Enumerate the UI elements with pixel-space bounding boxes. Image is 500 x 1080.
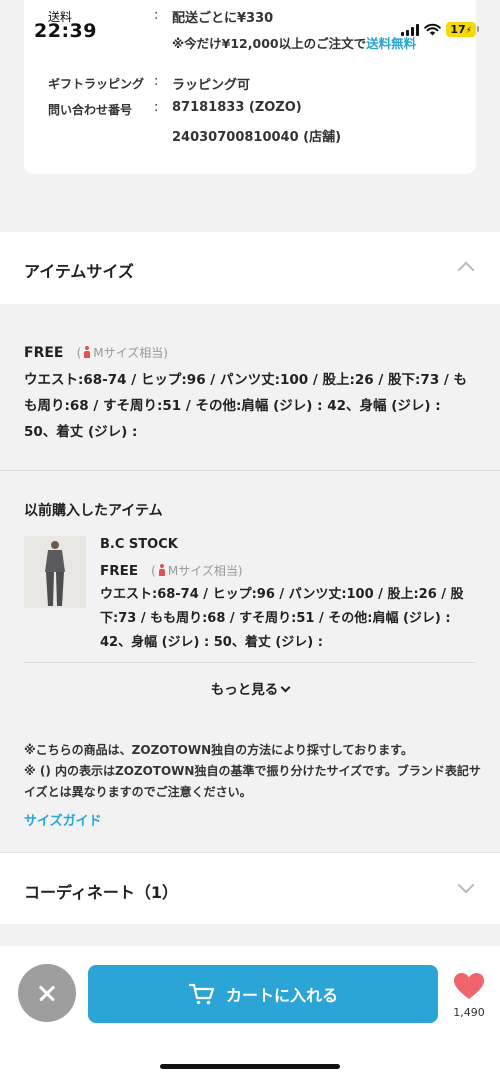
item-size-header[interactable]: アイテムサイズ [0,232,500,304]
size-name: FREE [24,345,64,361]
size-equivalent: ( Mサイズ相当) [77,344,168,361]
coordinate-header[interactable]: コーディネート（1） [0,852,500,924]
chevron-up-icon[interactable] [457,261,475,279]
item-size-block: FREE ( Mサイズ相当) ウエスト:68-74 / ヒップ:96 / パンツ丈… [24,342,476,445]
favorite-count: 1,490 [453,1006,485,1019]
battery-icon: 17⚡ [446,22,479,37]
add-to-cart-button[interactable]: カートに入れる [88,965,438,1023]
see-more-button[interactable]: もっと見る [0,678,500,698]
note-line-1: ※こちらの商品は、ZOZOTOWN独自の方法により採寸しております。 [24,743,413,757]
colon: : [154,74,159,89]
size-equiv-text: Mサイズ相当) [167,564,243,578]
size-equiv-text: Mサイズ相当) [93,346,168,360]
favorite-button[interactable]: 1,490 [446,972,492,1019]
gift-value: ラッピング可 [172,78,251,93]
heart-icon [454,973,484,999]
previous-item-detail: ウエスト:68-74 / ヒップ:96 / パンツ丈:100 / 股上:26 /… [100,587,464,650]
divider [0,470,500,471]
colon: : [154,8,159,23]
free-shipping-link[interactable]: 送料無料 [366,36,416,51]
gift-label: ギフトラッピング [48,77,145,91]
inquiry-value-zozo: 87181833 (ZOZO) [172,100,302,115]
size-equiv-paren: ( [76,346,82,360]
home-indicator[interactable] [160,1064,340,1069]
size-equivalent: ( Mサイズ相当) [151,562,243,579]
status-time: 22:39 [34,20,97,42]
close-button[interactable] [18,964,76,1022]
size-notes: ※こちらの商品は、ZOZOTOWN独自の方法により採寸しております。 ※ () … [24,740,484,803]
person-icon [158,564,165,576]
previous-item-info: B.C STOCK FREE ( Mサイズ相当) ウエスト:68-74 / ヒップ… [100,537,476,655]
shipping-note-text: ※今だけ¥12,000以上のご注文で [172,36,367,51]
coordinate-title: コーディネート（1） [24,883,179,902]
person-icon [84,346,91,358]
previous-items-title: 以前購入したアイテム [24,503,163,519]
chevron-down-icon[interactable] [457,876,475,894]
note-line-2: ※ () 内の表示はZOZOTOWN独自の基準で振り分けたサイズです。ブランド表… [24,764,481,799]
product-thumbnail[interactable] [24,536,86,608]
shipping-value: 配送ごとに¥330 [172,11,274,26]
shipping-note: ※今だけ¥12,000以上のご注文で送料無料 [172,33,416,52]
chevron-down-icon [280,682,291,693]
divider [24,662,476,663]
size-name: FREE [100,563,139,579]
inquiry-value-store: 24030700810040 (店舗) [172,130,342,145]
item-size-title: アイテムサイズ [24,262,134,281]
cart-icon [188,983,215,1005]
colon: : [154,100,159,115]
inquiry-label: 問い合わせ番号 [48,103,133,117]
previous-item-brand[interactable]: B.C STOCK [100,537,476,552]
size-detail: ウエスト:68-74 / ヒップ:96 / パンツ丈:100 / 股上:26 /… [24,372,468,440]
add-to-cart-label: カートに入れる [225,986,338,1005]
size-equiv-paren: ( [151,564,156,578]
size-guide-link[interactable]: サイズガイド [24,810,102,829]
see-more-label: もっと見る [210,682,279,698]
wifi-icon [424,23,442,36]
previous-item-size: FREE ( Mサイズ相当) [100,560,476,579]
